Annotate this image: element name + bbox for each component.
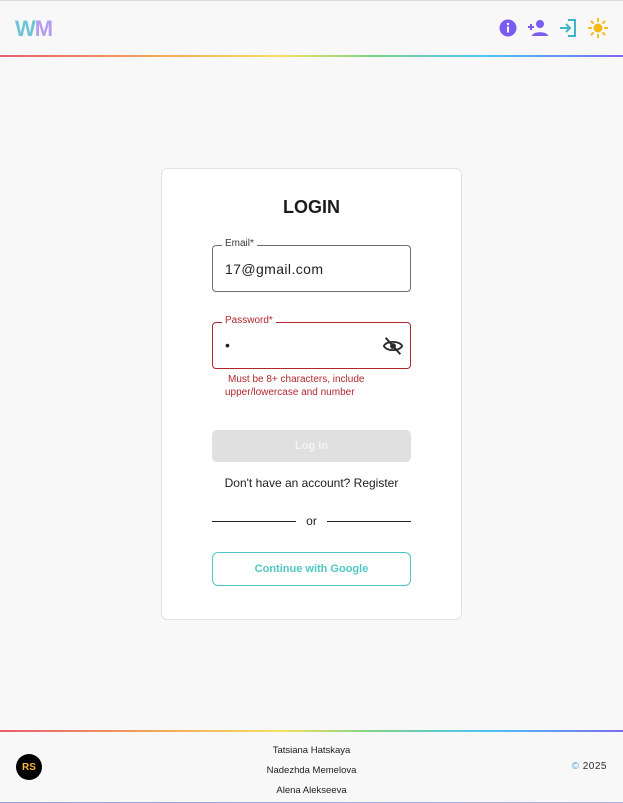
login-icon[interactable]: [557, 17, 579, 39]
visibility-off-icon[interactable]: [382, 335, 404, 357]
sun-icon[interactable]: [587, 17, 609, 39]
footer-divider: [0, 730, 623, 732]
copyright-symbol: ©: [571, 761, 580, 772]
add-user-icon[interactable]: [527, 17, 549, 39]
login-card: LOGIN Email* 17@gmail.com Password* • Mu…: [161, 168, 462, 620]
info-icon[interactable]: [497, 17, 519, 39]
email-label: Email*: [222, 238, 257, 249]
authors-list: Tatsiana Hatskaya Nadezhda Memelova Alen…: [0, 741, 623, 801]
register-link[interactable]: Don't have an account? Register: [162, 476, 461, 490]
copyright: © 2025: [572, 761, 607, 772]
password-value[interactable]: •: [225, 337, 230, 353]
error-line-2: upper/lowercase and number: [225, 387, 355, 398]
author-link[interactable]: Nadezhda Memelova: [0, 761, 623, 781]
email-value[interactable]: 17@gmail.com: [225, 261, 323, 277]
copyright-year: 2025: [582, 761, 607, 772]
divider-line-right: [327, 521, 411, 522]
logo-letter-m: M: [34, 16, 53, 41]
author-link[interactable]: Alena Alekseeva: [0, 781, 623, 801]
page-title: LOGIN: [283, 197, 340, 217]
header-divider: [0, 55, 623, 57]
author-link[interactable]: Tatsiana Hatskaya: [0, 741, 623, 761]
password-error-message: Must be 8+ characters, include upper/low…: [225, 373, 395, 399]
login-button[interactable]: Log In: [212, 430, 411, 462]
logo-letter-w: W: [15, 16, 36, 41]
or-divider: or: [212, 514, 411, 530]
header-actions: [497, 17, 609, 39]
app-logo[interactable]: W M: [15, 16, 53, 42]
email-field[interactable]: Email* 17@gmail.com: [212, 238, 411, 292]
password-label: Password*: [222, 315, 276, 326]
password-field[interactable]: Password* •: [212, 315, 411, 369]
header: W M: [0, 1, 623, 56]
error-line-1: Must be 8+ characters, include: [228, 374, 365, 385]
google-signin-button[interactable]: Continue with Google: [212, 552, 411, 586]
